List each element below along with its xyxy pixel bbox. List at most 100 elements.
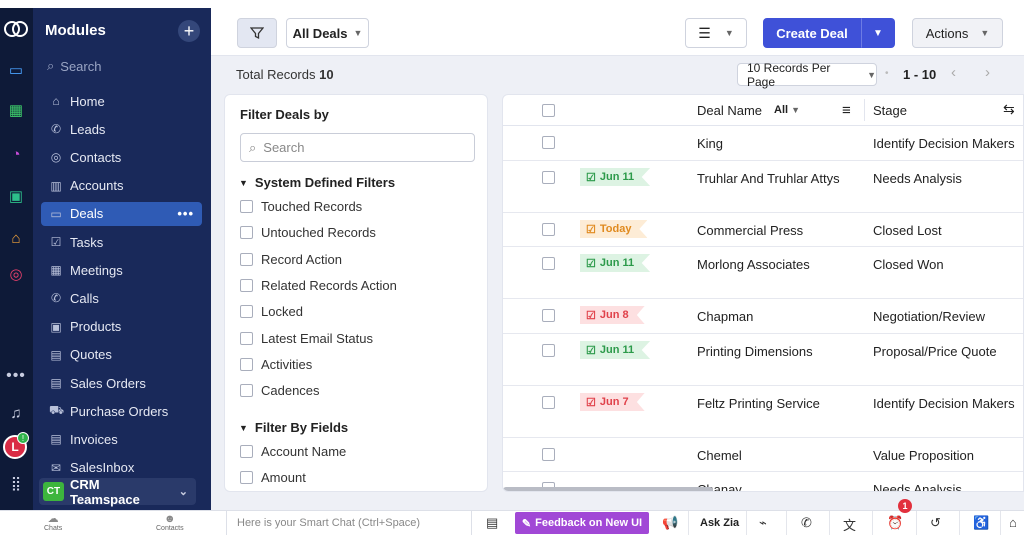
sidebar-item-products[interactable]: ▣ Products [41,315,202,339]
filter-checkbox[interactable] [240,445,253,458]
filter-option[interactable]: Touched Records [240,199,362,214]
megaphone-icon[interactable]: 📢 [662,515,678,531]
call-icon[interactable]: ✆ [801,515,812,531]
add-module-button[interactable]: + [178,20,200,42]
records-per-page-select[interactable]: 10 Records Per Page ▼ [737,61,877,89]
analytics-icon[interactable]: ▦ [6,100,26,120]
select-all-checkbox[interactable] [542,104,555,117]
feedback-button[interactable]: ✎ Feedback on New UI [515,512,649,534]
app-grid-icon[interactable]: ⣿ [6,473,26,493]
filter-option[interactable]: Activities [240,357,312,372]
module-search[interactable]: ⌕ Search [47,58,101,74]
sidebar-item-purchase-orders[interactable]: ⛟ Purchase Orders [41,399,202,423]
table-row[interactable]: ☑ Jun 11 Printing Dimensions Proposal/Price… [503,334,1023,386]
sidebar-item-meetings[interactable]: ▦ Meetings [41,258,202,282]
filter-option[interactable]: Account Name [240,444,346,459]
translate-icon[interactable]: 文 [843,515,856,534]
horizontal-scrollbar[interactable] [503,487,713,491]
filter-checkbox[interactable] [240,226,253,240]
table-row[interactable]: ☑ Today Commercial Press Closed Lost [503,213,1023,247]
row-checkbox[interactable] [542,223,555,236]
table-row[interactable]: ☑ Jun 11 Truhlar And Truhlar Attys Needs An… [503,161,1023,213]
filter-checkbox[interactable] [240,331,253,345]
filter-checkbox[interactable] [240,357,253,371]
sidebar-item-calls[interactable]: ✆ Calls [41,286,202,310]
bell-icon[interactable]: ♫ [6,403,26,423]
row-checkbox[interactable] [542,171,555,184]
column-stage[interactable]: Stage [873,103,907,118]
create-deal-dropdown[interactable]: ▼ [861,18,895,48]
table-row[interactable]: ☑ Jun 11 Morlong Associates Closed Won [503,247,1023,299]
deal-name-link[interactable]: King [697,136,723,151]
view-selector[interactable]: All Deals ▼ [286,18,369,48]
column-deal-name[interactable]: Deal Name [697,103,762,118]
filter-option[interactable]: Amount [240,470,306,485]
contacts-shortcut[interactable]: ☻ Contacts [156,513,184,532]
calendar-icon[interactable]: ▤ [486,515,498,531]
actions-button[interactable]: Actions ▼ [912,18,1003,48]
row-checkbox[interactable] [542,309,555,322]
modules-icon[interactable]: ▭ [6,60,26,80]
history-icon[interactable]: ↺ [930,515,941,531]
sidebar-item-contacts[interactable]: ◎ Contacts [41,145,202,169]
marketplace-icon[interactable]: ▣ [6,186,26,206]
sidebar-item-leads[interactable]: ✆ Leads [41,117,202,141]
deal-name-link[interactable]: Feltz Printing Service [697,396,820,411]
layout-switcher[interactable]: ☰ ▼ [685,18,747,48]
sidebar-item-tasks[interactable]: ☑ Tasks [41,230,202,254]
ask-zia-button[interactable]: Ask Zia [700,517,739,529]
table-row[interactable]: Chemel Value Proposition [503,438,1023,472]
chats-shortcut[interactable]: ☁ Chats [44,513,62,532]
filter-checkbox[interactable] [240,200,253,213]
filter-option[interactable]: Record Action [240,252,342,267]
column-menu-icon[interactable]: ≡ [842,102,851,119]
deal-name-link[interactable]: Chemel [697,448,742,463]
sidebar-item-home[interactable]: ⌂ Home [41,89,202,113]
row-checkbox[interactable] [542,448,555,461]
campaigns-icon[interactable]: ◔ [6,144,26,164]
row-checkbox[interactable] [542,136,555,149]
table-row[interactable]: ☑ Jun 7 Feltz Printing Service Identify Dec… [503,386,1023,438]
sidebar-item-quotes[interactable]: ▤ Quotes [41,343,202,367]
filter-toggle-button[interactable] [237,18,277,48]
field-filters-heading[interactable]: ▼ Filter By Fields [239,420,348,435]
filter-checkbox[interactable] [240,384,253,398]
filter-option[interactable]: Cadences [240,383,320,398]
deal-name-link[interactable]: Printing Dimensions [697,344,813,359]
table-row[interactable]: ☑ Jun 8 Chapman Negotiation/Review [503,299,1023,334]
row-checkbox[interactable] [542,396,555,409]
more-options-icon[interactable]: ••• [177,206,194,221]
teamspace-switcher[interactable]: CT CRM Teamspace ⌄ [39,477,196,507]
filter-option[interactable]: Locked [240,304,303,319]
filter-checkbox[interactable] [240,252,253,266]
filter-checkbox[interactable] [240,471,253,485]
store-icon[interactable]: ⌂ [1009,515,1017,530]
column-deal-name-filter[interactable]: All ▼ [774,104,800,116]
more-apps-icon[interactable]: ••• [6,366,26,386]
deal-name-link[interactable]: Morlong Associates [697,257,810,272]
sidebar-item-accounts[interactable]: ▥ Accounts [41,174,202,198]
filter-option[interactable]: Latest Email Status [240,331,373,346]
table-row[interactable]: King Identify Decision Makers [503,126,1023,161]
deal-name-link[interactable]: Commercial Press [697,223,803,238]
filter-checkbox[interactable] [240,278,253,292]
previous-page-button[interactable]: ‹ [951,64,956,81]
sidebar-item-deals[interactable]: ▭ Deals ••• [41,201,202,226]
accessibility-icon[interactable]: ♿ [973,515,989,531]
create-deal-button[interactable]: Create Deal [763,18,861,48]
deal-name-link[interactable]: Chapman [697,309,753,324]
store-icon[interactable]: ⌂ [6,228,26,248]
search-insights-icon[interactable]: ◎ [6,264,26,284]
next-page-button[interactable]: › [985,64,990,81]
filter-search-input[interactable]: ⌕ Search [240,133,475,162]
alarm-icon[interactable]: ⏰ [887,515,903,531]
row-checkbox[interactable] [542,257,555,270]
system-filters-heading[interactable]: ▼ System Defined Filters [239,175,395,190]
filter-option[interactable]: Untouched Records [240,225,376,240]
column-settings-icon[interactable]: ⇆ [1003,101,1015,118]
sidebar-item-sales-orders[interactable]: ▤ Sales Orders [41,371,202,395]
deal-name-link[interactable]: Truhlar And Truhlar Attys [697,171,840,186]
sidebar-item-invoices[interactable]: ▤ Invoices [41,427,202,451]
smart-chat-input[interactable]: Here is your Smart Chat (Ctrl+Space) [226,511,472,535]
filter-option[interactable]: Related Records Action [240,278,397,293]
